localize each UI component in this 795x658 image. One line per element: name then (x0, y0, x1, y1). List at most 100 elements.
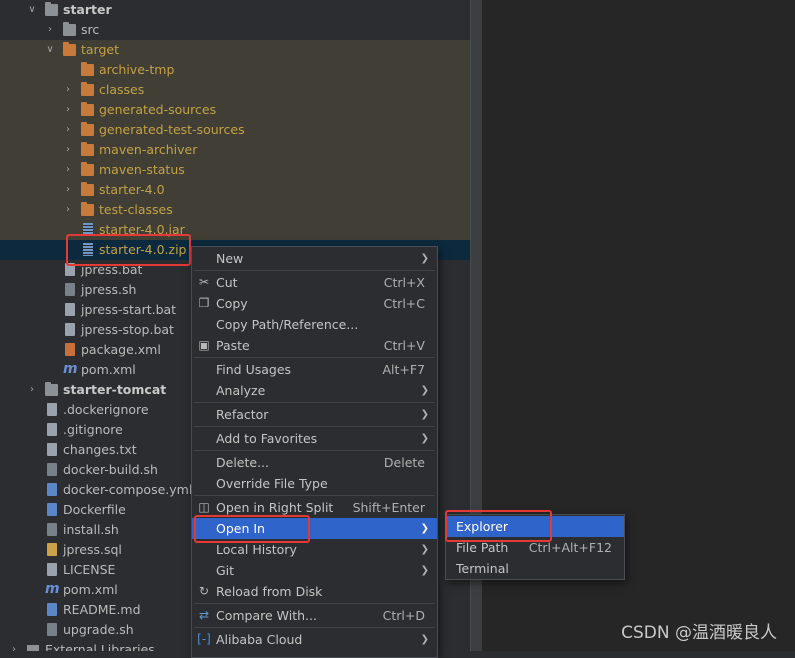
shell-file-icon (47, 623, 57, 636)
file-icon (47, 423, 57, 436)
tree-label: package.xml (81, 342, 161, 357)
tree-row-maven-archiver[interactable]: › maven-archiver (0, 140, 470, 160)
chevron-right-icon[interactable]: › (62, 140, 74, 160)
menu-item-label: Delete... (216, 455, 269, 470)
library-icon (27, 645, 39, 651)
tree-label: jpress-start.bat (81, 302, 177, 317)
menu-item-label: Copy (216, 296, 248, 311)
menu-item-git[interactable]: Git ❯ (192, 560, 437, 581)
annotation-box-file (66, 234, 191, 266)
shell-file-icon (65, 283, 75, 296)
tree-row-generated-sources[interactable]: › generated-sources (0, 100, 470, 120)
tree-label: starter (63, 2, 112, 17)
menu-item-new[interactable]: New ❯ (192, 248, 437, 269)
sql-file-icon (47, 543, 57, 556)
menu-item-alibaba-cloud[interactable]: [-] Alibaba Cloud ❯ (192, 629, 437, 650)
menu-item-find-usages[interactable]: Find Usages Alt+F7 (192, 359, 437, 380)
annotation-box-open-in (194, 515, 310, 543)
submenu-item-terminal[interactable]: Terminal (446, 558, 624, 579)
markdown-icon (47, 603, 57, 616)
menu-item-reload[interactable]: ↻ Reload from Disk (192, 581, 437, 602)
tree-label: LICENSE (63, 562, 116, 577)
tree-row-src[interactable]: › src (0, 20, 470, 40)
menu-item-label: New (216, 251, 244, 266)
menu-item-paste[interactable]: ▣ Paste Ctrl+V (192, 335, 437, 356)
chevron-right-icon[interactable]: › (62, 180, 74, 200)
shortcut-label: Delete (383, 455, 425, 470)
chevron-right-icon[interactable]: › (62, 200, 74, 220)
chevron-right-icon: ❯ (420, 634, 429, 645)
tree-row-test-classes[interactable]: › test-classes (0, 200, 470, 220)
folder-icon (81, 62, 94, 76)
menu-item-delete[interactable]: Delete... Delete (192, 452, 437, 473)
tree-label: External Libraries (45, 642, 155, 651)
chevron-right-icon[interactable]: › (62, 120, 74, 140)
tree-row-starter-4-0[interactable]: › starter-4.0 (0, 180, 470, 200)
menu-item-compare-with[interactable]: ⇄ Compare With... Ctrl+D (192, 605, 437, 626)
chevron-down-icon[interactable]: ∨ (44, 40, 56, 60)
menu-item-analyze[interactable]: Analyze ❯ (192, 380, 437, 401)
chevron-right-icon[interactable]: › (62, 80, 74, 100)
tree-label: Dockerfile (63, 502, 126, 517)
menu-separator (194, 270, 435, 271)
chevron-right-icon[interactable]: › (44, 20, 56, 40)
menu-item-label: Reload from Disk (216, 584, 323, 599)
tree-label: jpress.sh (81, 282, 137, 297)
shortcut-label: Ctrl+V (383, 338, 425, 353)
menu-item-label: Refactor (216, 407, 269, 422)
menu-item-add-favorites[interactable]: Add to Favorites ❯ (192, 428, 437, 449)
tree-label: jpress.sql (63, 542, 122, 557)
tree-row-generated-test-sources[interactable]: › generated-test-sources (0, 120, 470, 140)
menu-separator (194, 495, 435, 496)
folder-icon (45, 382, 58, 396)
tree-label: changes.txt (63, 442, 137, 457)
menu-item-label: Analyze (216, 383, 266, 398)
chevron-right-icon[interactable]: › (62, 160, 74, 180)
chevron-right-icon: ❯ (420, 565, 429, 576)
refresh-icon: ↻ (198, 584, 210, 598)
menu-item-label: Cut (216, 275, 238, 290)
menu-item-copy[interactable]: ❐ Copy Ctrl+C (192, 293, 437, 314)
context-menu: New ❯ ✂ Cut Ctrl+X ❐ Copy Ctrl+C Copy Pa… (191, 246, 438, 658)
chevron-down-icon[interactable]: ∨ (26, 0, 38, 20)
scissors-icon: ✂ (198, 275, 210, 289)
menu-separator (194, 402, 435, 403)
menu-separator (194, 627, 435, 628)
menu-separator (194, 450, 435, 451)
chevron-right-icon[interactable]: › (26, 380, 38, 400)
folder-icon (81, 82, 94, 96)
shell-file-icon (47, 463, 57, 476)
menu-separator (194, 357, 435, 358)
tree-row-classes[interactable]: › classes (0, 80, 470, 100)
chevron-right-icon: ❯ (420, 523, 429, 534)
chevron-right-icon[interactable]: › (62, 100, 74, 120)
tree-row-maven-status[interactable]: › maven-status (0, 160, 470, 180)
maven-icon: m (45, 581, 60, 597)
folder-icon (81, 142, 94, 156)
tree-label: test-classes (99, 202, 173, 217)
folder-icon (63, 22, 76, 36)
menu-item-cut[interactable]: ✂ Cut Ctrl+X (192, 272, 437, 293)
menu-item-refactor[interactable]: Refactor ❯ (192, 404, 437, 425)
tree-label: starter-tomcat (63, 382, 167, 397)
folder-icon (81, 102, 94, 116)
menu-item-label: Add to Favorites (216, 431, 318, 446)
tree-row-target[interactable]: ∨ target (0, 40, 470, 60)
menu-item-override-file-type[interactable]: Override File Type (192, 473, 437, 494)
menu-item-label: Terminal (456, 561, 509, 576)
menu-separator (194, 426, 435, 427)
menu-item-label: Find Usages (216, 362, 292, 377)
tree-label: .gitignore (63, 422, 123, 437)
folder-icon (81, 162, 94, 176)
tree-row-archive-tmp[interactable]: archive-tmp (0, 60, 470, 80)
tree-row-starter[interactable]: ∨ starter (0, 0, 470, 20)
menu-item-label: Git (216, 563, 235, 578)
shell-file-icon (47, 523, 57, 536)
tree-label: maven-archiver (99, 142, 198, 157)
menu-item-copy-path[interactable]: Copy Path/Reference... (192, 314, 437, 335)
tree-label: upgrade.sh (63, 622, 134, 637)
folder-icon (81, 202, 94, 216)
tree-label: maven-status (99, 162, 185, 177)
tree-label: README.md (63, 602, 141, 617)
chevron-right-icon[interactable]: › (8, 640, 20, 651)
